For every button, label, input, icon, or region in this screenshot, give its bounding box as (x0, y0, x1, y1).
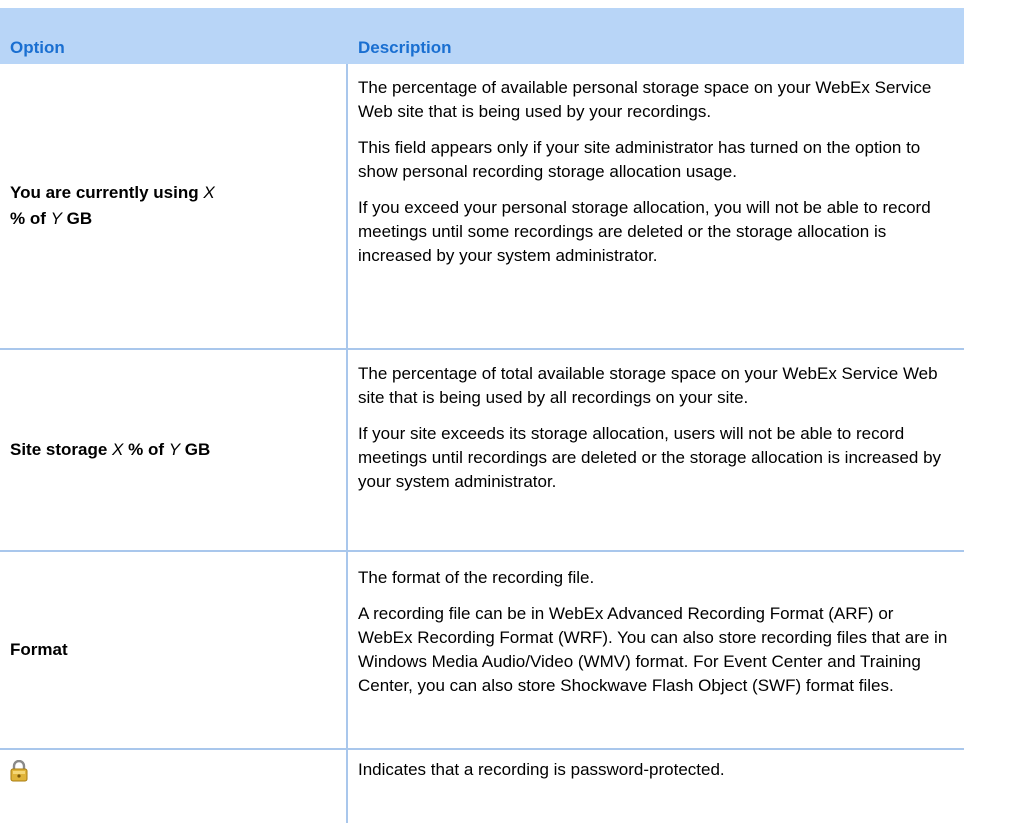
option-text: You are currently using (10, 183, 204, 202)
column-divider (346, 750, 348, 823)
header-option: Option (10, 38, 65, 57)
option-cell: Format (10, 552, 330, 748)
option-variable: X (203, 183, 215, 202)
column-divider (346, 350, 348, 550)
description-paragraph: Indicates that a recording is password-p… (358, 760, 725, 779)
table-row: Site storage X % of Y GB The percentage … (0, 350, 964, 550)
option-cell: Site storage X % of Y GB (10, 350, 330, 550)
description-paragraph: The percentage of total available storag… (358, 364, 938, 407)
description-paragraph: If your site exceeds its storage allocat… (358, 424, 942, 491)
option-label: Format (10, 640, 68, 659)
table-row: Indicates that a recording is password-p… (0, 750, 964, 823)
description-cell: The percentage of total available storag… (358, 362, 950, 494)
description-cell: Indicates that a recording is password-p… (358, 758, 950, 782)
description-paragraph: The percentage of available personal sto… (358, 78, 932, 121)
lock-icon (10, 759, 28, 782)
option-label: You are currently using X % of Y GB (10, 180, 215, 232)
option-text: GB (61, 209, 93, 228)
option-text: % of (10, 209, 51, 228)
option-variable: Y (168, 440, 181, 459)
option-variable: Y (50, 209, 62, 228)
description-paragraph: This field appears only if your site adm… (358, 138, 921, 181)
option-variable: X (112, 440, 124, 459)
option-text: Site storage (10, 440, 113, 459)
description-paragraph: The format of the recording file. (358, 568, 595, 587)
description-paragraph: A recording file can be in WebEx Advance… (358, 604, 948, 695)
column-divider (346, 552, 348, 748)
option-label: Site storage X % of Y GB (10, 437, 210, 463)
description-cell: The percentage of available personal sto… (358, 76, 950, 268)
description-cell: The format of the recording file. A reco… (358, 566, 950, 698)
table-row: Format The format of the recording file.… (0, 552, 964, 748)
option-cell (10, 750, 330, 792)
table-row: You are currently using X % of Y GB The … (0, 64, 964, 348)
column-divider (346, 64, 348, 348)
header-description: Description (358, 38, 452, 57)
option-cell: You are currently using X % of Y GB (10, 64, 330, 348)
option-text: % of (123, 440, 169, 459)
description-paragraph: If you exceed your personal storage allo… (358, 198, 931, 265)
table-header: Option Description (0, 8, 964, 64)
option-text: GB (180, 440, 211, 459)
